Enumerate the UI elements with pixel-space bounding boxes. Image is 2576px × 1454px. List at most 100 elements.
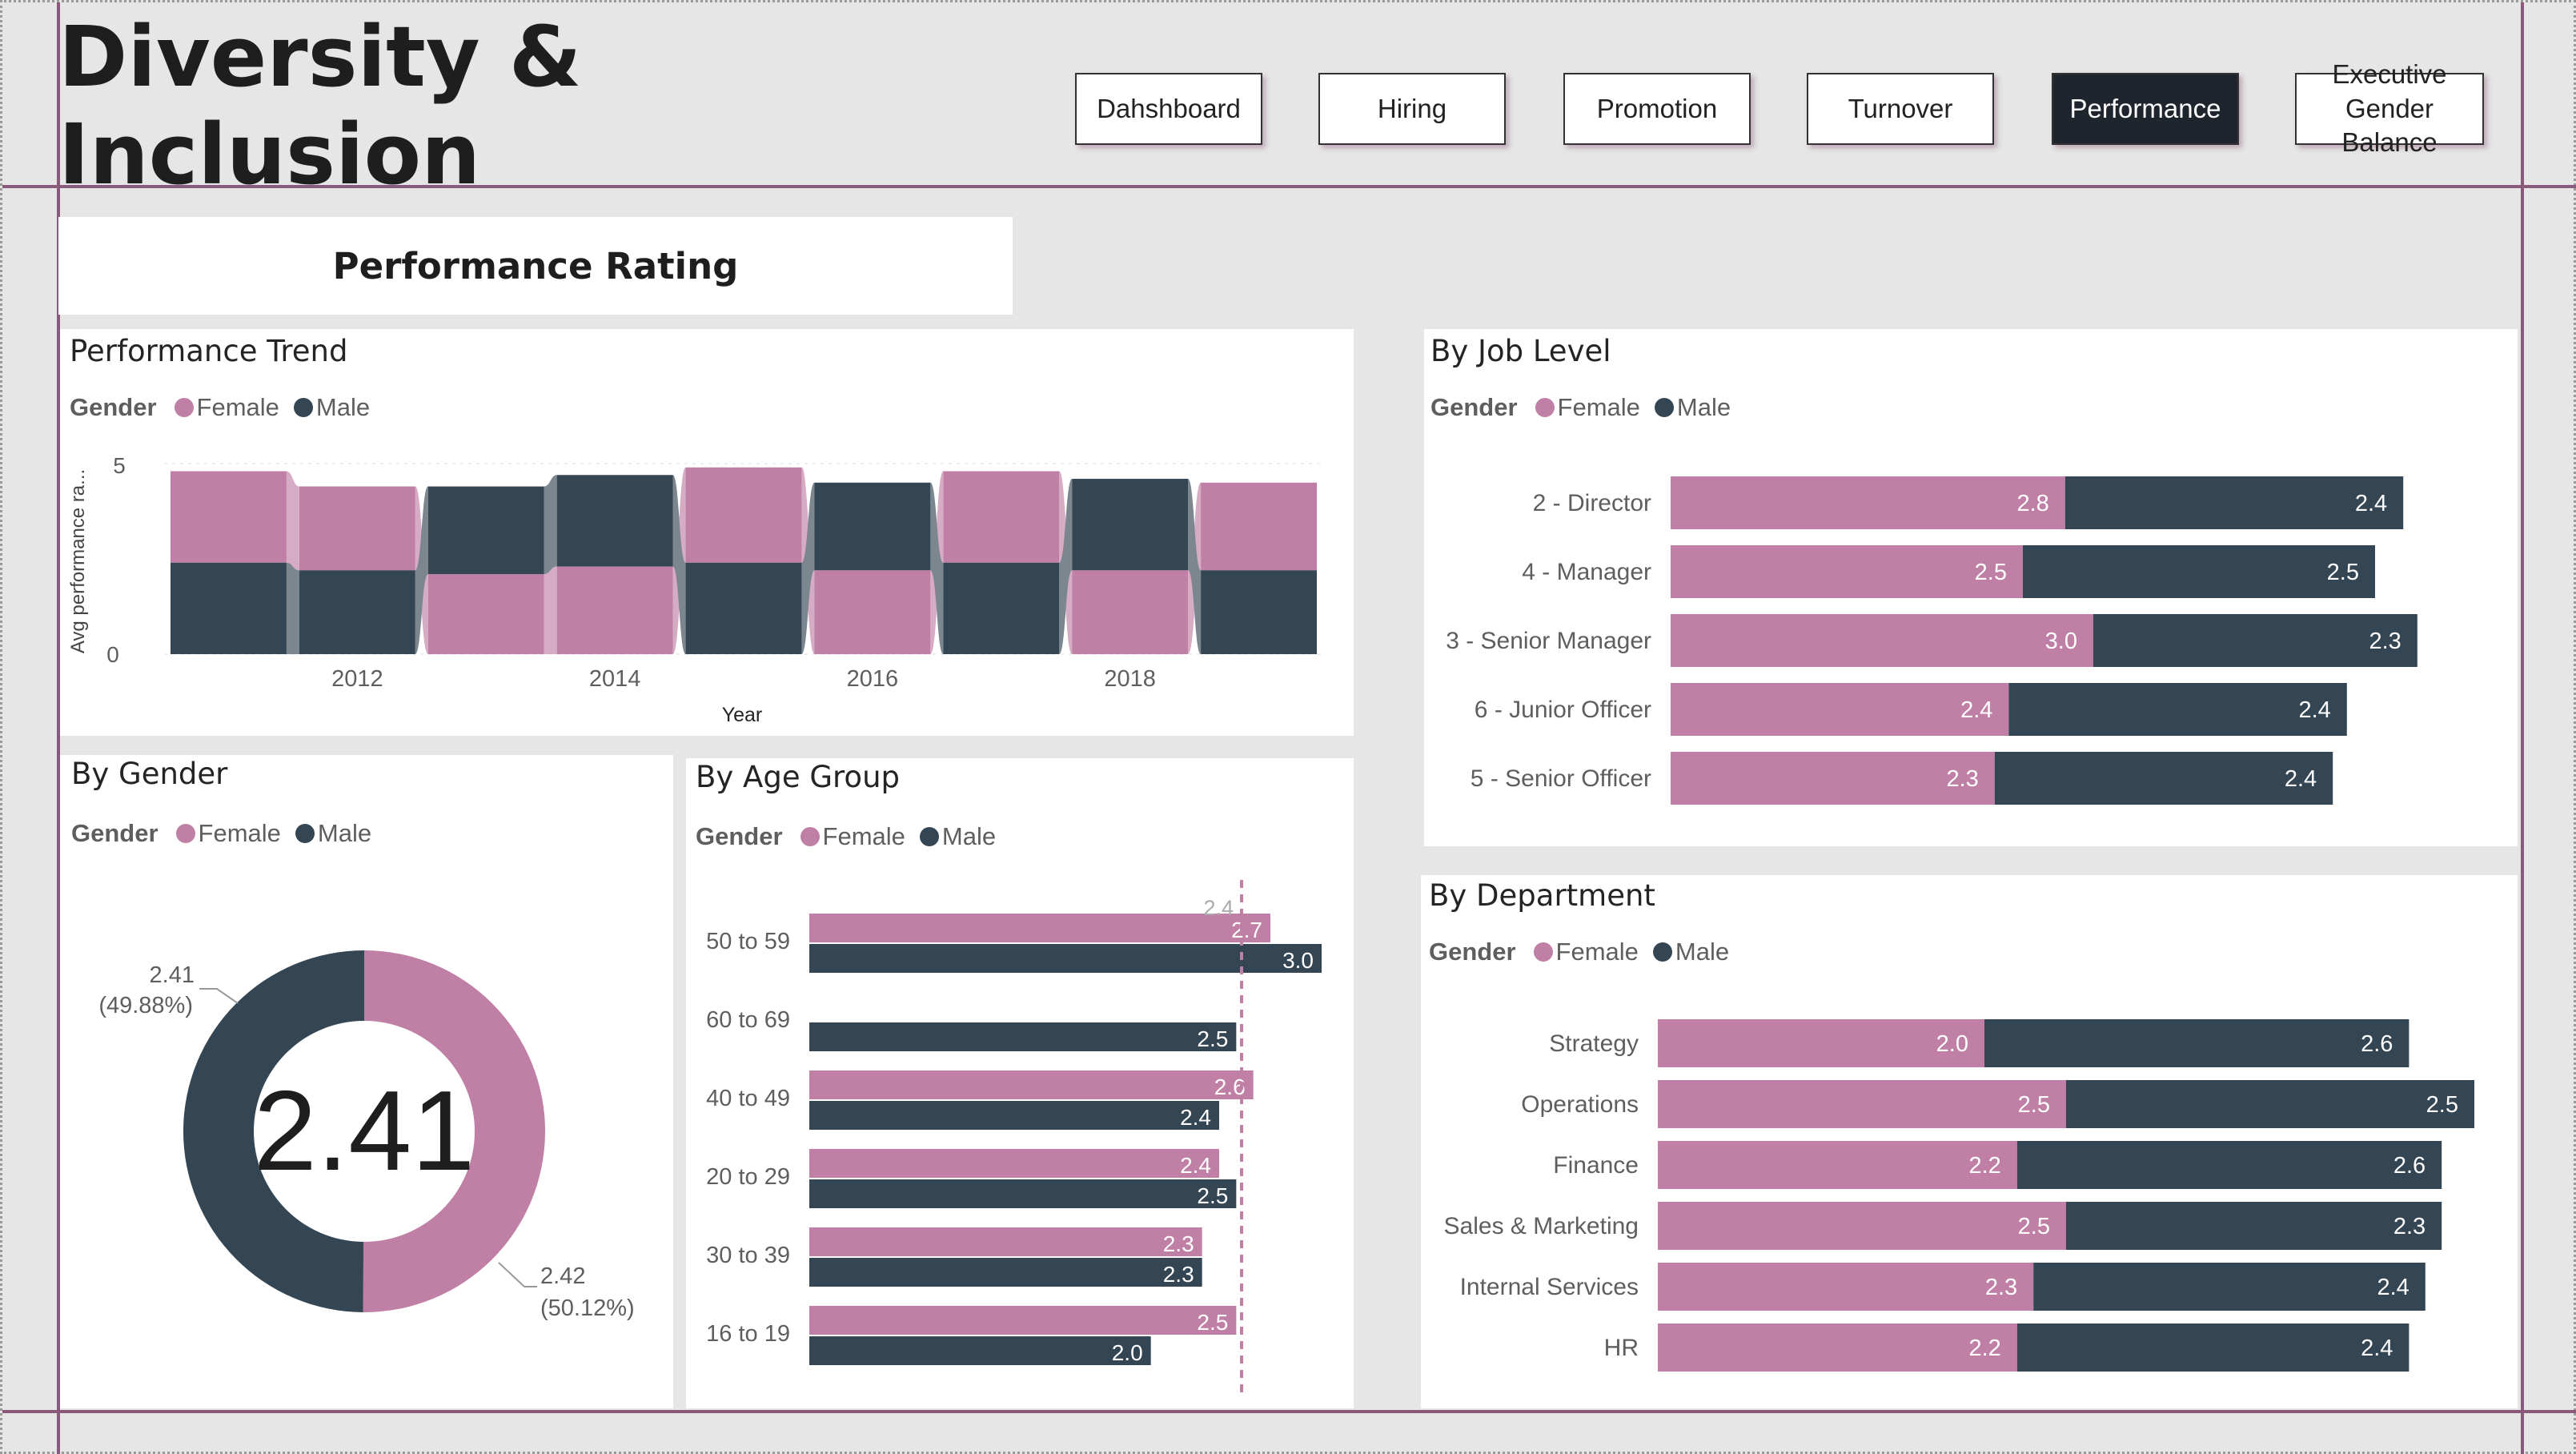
male-bar (2066, 1080, 2474, 1128)
female-bar (1658, 1323, 2017, 1372)
male-bar (2016, 1141, 2442, 1189)
by-job-level-panel: By Job Level Gender Female Male 2 - Dire… (1424, 329, 2518, 846)
report-canvas: Diversity & Inclusion Dahshboard Hiring … (0, 0, 2576, 1454)
female-bar (1658, 1141, 2017, 1189)
female-bar (1671, 614, 2093, 667)
by-department-panel: By Department Gender Female Male Strateg… (1421, 875, 2518, 1408)
data-label: 2.42 (540, 1263, 585, 1289)
data-label: 2.4 (1180, 1153, 1211, 1178)
male-bar (1072, 479, 1189, 571)
y-tick-label: 0 (106, 642, 119, 667)
category-label: 60 to 69 (706, 1007, 790, 1033)
data-label: 2.5 (1197, 1310, 1228, 1335)
nav-label: Dahshboard (1097, 93, 1241, 123)
data-label: (49.88%) (98, 993, 193, 1018)
data-label: 2.7 (1231, 918, 1262, 942)
female-bar (814, 570, 931, 654)
data-label: 2.4 (1180, 1105, 1211, 1130)
category-label: Operations (1521, 1091, 1639, 1118)
x-tick-label: 2018 (1104, 666, 1156, 692)
data-label: 2.6 (2361, 1031, 2393, 1057)
by-age-group-panel: By Age Group Gender Female Male 50 to 59… (686, 758, 1354, 1408)
male-bar (809, 1101, 1219, 1130)
nav-button-dashboard[interactable]: Dahshboard (1075, 73, 1262, 145)
female-ribbon (544, 566, 557, 654)
nav-button-executive-gender-balance[interactable]: Executive Gender Balance (2295, 59, 2484, 157)
data-label: 3.0 (2045, 629, 2077, 654)
female-bar (1671, 683, 2009, 736)
data-label: 2.5 (1197, 1026, 1228, 1051)
nav-button-hiring[interactable]: Hiring (1318, 73, 1506, 145)
nav-label: Promotion (1596, 93, 1718, 123)
by-gender-panel: By Gender Gender Female Male 2.41 2.42 (50… (60, 755, 673, 1408)
male-bar (809, 1022, 1237, 1051)
nav-button-performance[interactable]: Performance (2052, 73, 2239, 145)
male-bar (809, 944, 1322, 973)
department-chart: Strategy 2.0 2.6 Operations 2.5 2.5 Finance 2.2… (1444, 1019, 2474, 1372)
male-bar (299, 570, 415, 654)
female-bar (685, 467, 802, 563)
female-bar (809, 1070, 1254, 1099)
male-bar (427, 486, 544, 575)
category-label: Strategy (1549, 1030, 1639, 1057)
data-label: 2.4 (2377, 1275, 2409, 1300)
nav-button-promotion[interactable]: Promotion (1563, 73, 1751, 145)
guide-line (2, 1410, 2576, 1413)
nav-label: Hiring (1377, 93, 1447, 123)
trend-chart: 5 0 Avg performance ra... 2012 2014 2016 2018 Y… (67, 453, 1323, 726)
category-label: 6 - Junior Officer (1475, 697, 1651, 723)
y-tick-label: 5 (113, 453, 126, 478)
category-label: 16 to 19 (706, 1321, 790, 1347)
female-bar (1658, 1263, 2034, 1311)
data-label: 2.3 (1985, 1275, 2017, 1300)
male-ribbon (544, 475, 557, 575)
data-label: 2.4 (2361, 1336, 2393, 1361)
performance-trend-panel: Performance Trend Gender Female Male 50A… (60, 329, 1354, 736)
male-bar (2066, 1202, 2442, 1250)
donut-center-label: 2.41 (254, 1067, 475, 1195)
male-bar (2023, 545, 2375, 598)
data-label: 2.4 (2355, 491, 2387, 516)
data-label: 2.5 (2018, 1214, 2050, 1239)
data-label: 2.3 (2393, 1214, 2426, 1239)
category-label: 4 - Manager (1522, 559, 1651, 585)
data-label: 2.5 (2426, 1092, 2458, 1118)
male-bar (1994, 752, 2333, 805)
male-bar (809, 1179, 1237, 1208)
male-bar (171, 562, 287, 654)
category-label: 30 to 39 (706, 1243, 790, 1268)
reference-label: 2.4 (1203, 896, 1234, 920)
female-bar (1201, 482, 1317, 571)
data-label: 2.41 (150, 962, 195, 988)
leader-line (199, 988, 239, 1004)
data-label: 2.4 (2298, 697, 2330, 723)
male-bar (943, 562, 1060, 654)
guide-line (2521, 2, 2524, 1454)
female-bar (556, 566, 673, 654)
data-label: 2.8 (2016, 491, 2048, 516)
category-label: HR (1604, 1335, 1639, 1361)
data-label: 2.4 (2285, 766, 2317, 792)
data-label: 2.0 (1936, 1031, 1968, 1057)
category-label: 20 to 29 (706, 1164, 790, 1190)
category-label: 3 - Senior Manager (1446, 628, 1651, 654)
male-bar (1201, 570, 1317, 654)
data-label: 2.3 (1163, 1231, 1194, 1256)
data-label: 2.3 (2369, 629, 2401, 654)
female-bar (1671, 476, 2065, 529)
male-bar (2033, 1263, 2426, 1311)
x-tick-label: 2016 (847, 666, 899, 692)
data-label: 2.0 (1112, 1340, 1143, 1365)
nav-label: Performance (2069, 93, 2221, 123)
donut-chart: 2.41 2.42 (50.12%) 2.41 (49.88%) (98, 950, 635, 1321)
data-label: 2.3 (1946, 766, 1978, 792)
nav-button-turnover[interactable]: Turnover (1807, 73, 1994, 145)
female-bar (809, 1306, 1237, 1335)
x-tick-label: 2014 (589, 666, 641, 692)
data-label: 2.5 (2018, 1092, 2050, 1118)
data-label: 2.5 (2327, 560, 2359, 585)
female-bar (943, 471, 1060, 563)
male-bar (2016, 1323, 2409, 1372)
female-bar (1671, 545, 2023, 598)
category-label: 2 - Director (1533, 490, 1651, 516)
